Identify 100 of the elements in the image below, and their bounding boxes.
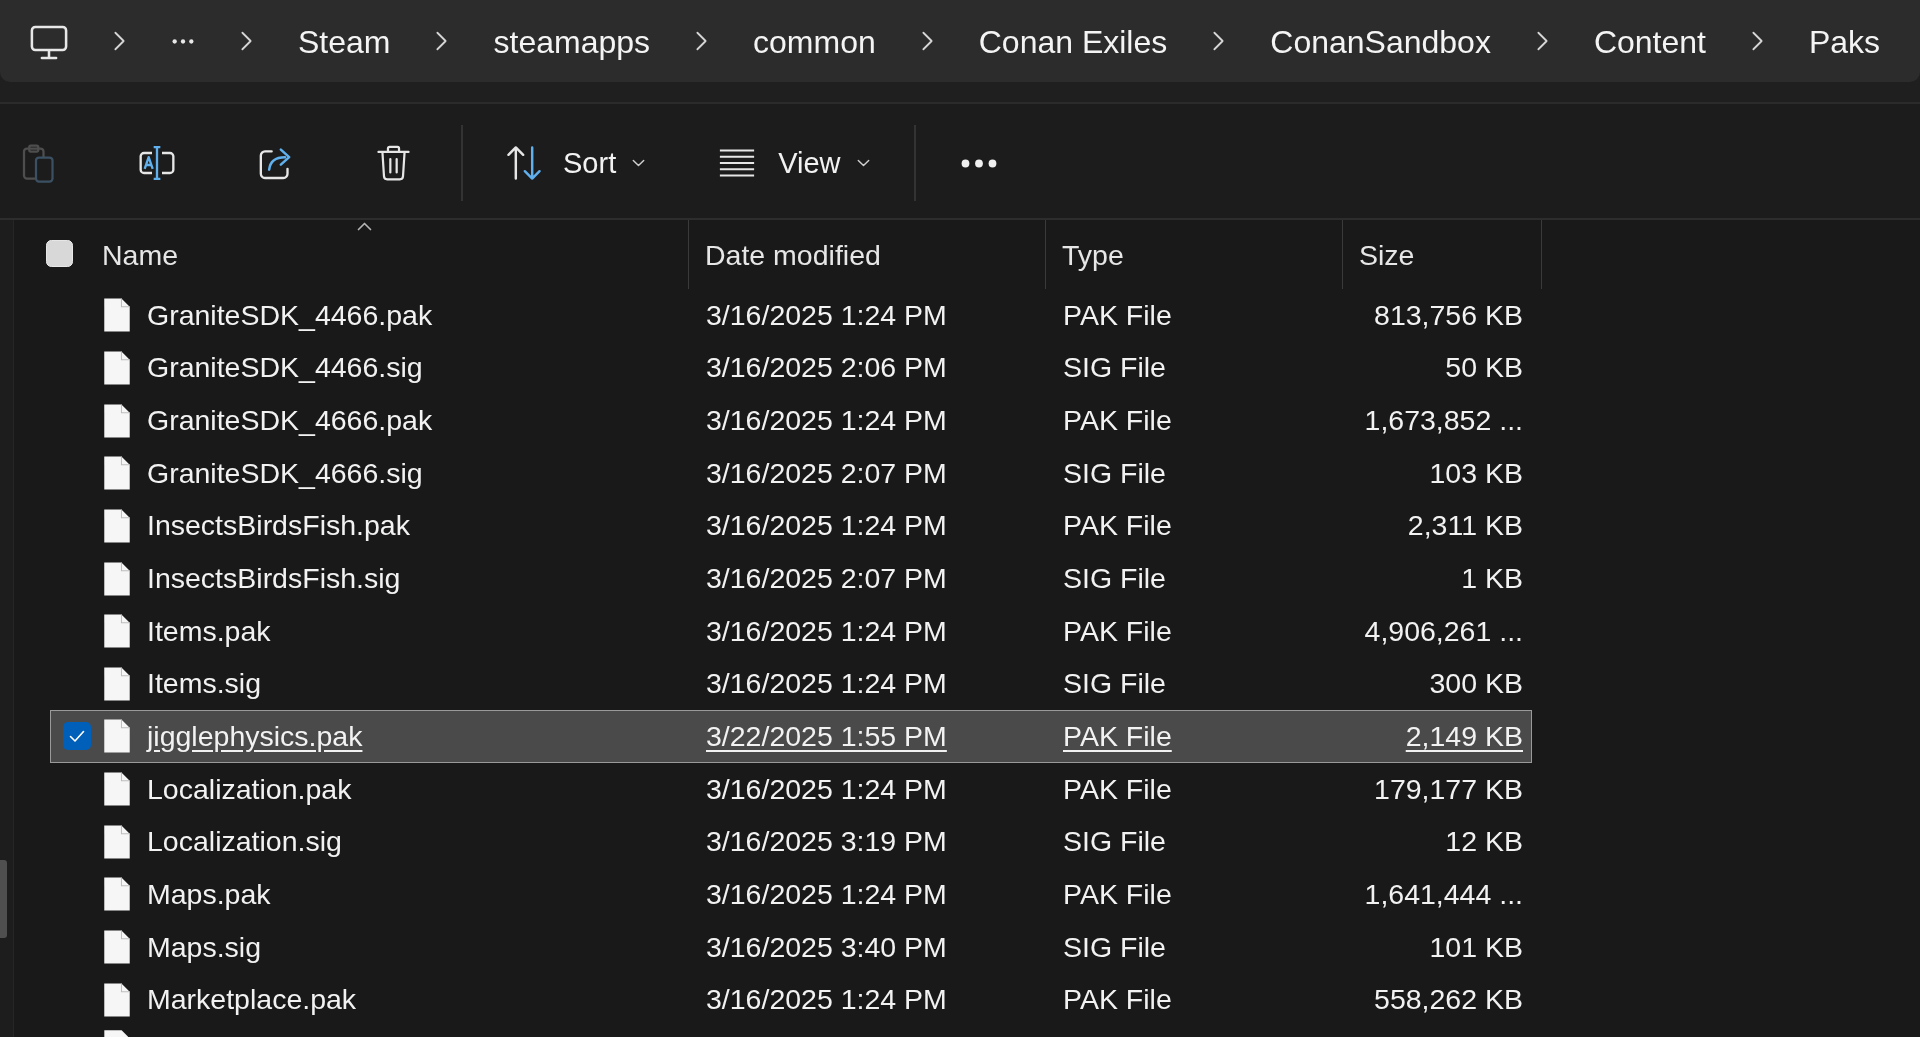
file-name[interactable]: jigglephysics.pak <box>147 719 363 753</box>
file-row[interactable]: InsectsBirdsFish.sig 3/16/2025 2:07 PM SIG File 1 KB <box>50 552 1532 605</box>
file-row[interactable]: Items.pak 3/16/2025 1:24 PM PAK File 4,906,261 ... <box>50 604 1532 658</box>
date-cell-text: 3/16/2025 1:24 PM <box>705 983 948 1017</box>
size-cell-text: 2,311 KB <box>1406 509 1524 543</box>
file-name[interactable]: Localization.pak <box>147 772 352 806</box>
more-icon <box>960 158 997 168</box>
date-cell-text: 3/16/2025 2:06 PM <box>705 351 948 385</box>
date-cell-text: 3/16/2025 2:07 PM <box>705 562 948 595</box>
sort-button[interactable]: Sort <box>491 131 659 195</box>
file-icon <box>103 613 131 650</box>
row-checkbox[interactable] <box>63 722 91 751</box>
column-header[interactable]: Type <box>1046 220 1343 289</box>
file-row[interactable]: GraniteSDK_4466.sig 3/16/2025 2:06 PM SIG File 50 KB <box>50 341 1532 395</box>
chevron-right-icon <box>696 31 707 51</box>
clipboard-icon <box>21 143 57 183</box>
size-cell-text: 558,262 KB <box>1373 983 1524 1017</box>
breadcrumb-item[interactable]: steamapps <box>493 25 650 61</box>
column-header[interactable]: Name <box>102 220 689 289</box>
file-name[interactable]: Maps.pak <box>147 877 271 911</box>
file-row[interactable]: Maps.pak 3/16/2025 1:24 PM PAK File 1,641,444 ... <box>50 868 1532 921</box>
scrollbar-thumb[interactable] <box>0 860 7 938</box>
file-name[interactable]: InsectsBirdsFish.pak <box>147 509 410 543</box>
file-icon <box>103 876 131 913</box>
file-name[interactable]: Maps.sig <box>147 930 262 964</box>
view-button[interactable]: View <box>704 131 883 195</box>
file-row[interactable]: Maps.sig 3/16/2025 3:40 PM SIG File 101 KB <box>50 920 1532 974</box>
file-name[interactable]: Items.pak <box>147 614 271 648</box>
breadcrumb-item[interactable]: ConanSandbox <box>1270 25 1491 61</box>
date-cell-text: 3/16/2025 1:24 PM <box>705 667 948 701</box>
size-cell-text: 2,149 KB <box>1404 719 1524 753</box>
file-row[interactable]: jigglephysics.pak 3/22/2025 1:55 PM PAK File 2,149 KB <box>50 710 1532 763</box>
size-cell-text: 179,177 KB <box>1373 772 1524 806</box>
file-row[interactable]: GraniteSDK_4466.pak 3/16/2025 1:24 PM PAK File 813,756 KB <box>50 289 1532 342</box>
file-icon <box>103 1028 131 1037</box>
trash-icon <box>375 144 411 182</box>
file-name[interactable]: GraniteSDK_4466.sig <box>147 351 423 385</box>
file-row[interactable]: InsectsBirdsFish.pak 3/16/2025 1:24 PM PAK File 2,311 KB <box>50 499 1532 553</box>
file-row[interactable]: Items.sig 3/16/2025 1:24 PM SIG File 300 KB <box>50 657 1532 711</box>
ellipsis-icon[interactable] <box>171 38 195 44</box>
sort-arrows-icon <box>504 145 544 181</box>
caret-down-icon <box>856 159 870 167</box>
file-name[interactable]: Localization.sig <box>147 825 342 859</box>
breadcrumb-item[interactable]: Content <box>1593 25 1706 61</box>
file-name[interactable]: InsectsBirdsFish.sig <box>147 562 401 595</box>
file-icon <box>103 402 131 439</box>
size-cell-text: 1 KB <box>1460 562 1524 595</box>
chevron-right-icon <box>921 31 933 51</box>
computer-icon[interactable] <box>30 24 68 60</box>
type-cell-text: SIG File <box>1062 667 1167 701</box>
file-row[interactable]: GraniteSDK_4666.pak 3/16/2025 1:24 PM PAK File 1,673,852 ... <box>50 394 1532 447</box>
date-cell-text: 3/16/2025 3:19 PM <box>705 825 948 859</box>
breadcrumb-item[interactable]: Paks <box>1808 25 1881 61</box>
size-cell-text: 12 KB <box>1444 825 1524 859</box>
date-cell-text: 3/16/2025 1:24 PM <box>705 614 948 648</box>
type-cell-text: SIG File <box>1062 930 1167 964</box>
date-cell-text: 3/16/2025 1:24 PM <box>705 877 948 911</box>
size-cell-text: 1,641,444 ... <box>1363 877 1524 911</box>
column-header[interactable]: Date modified <box>689 220 1046 289</box>
select-all-checkbox[interactable] <box>46 240 73 267</box>
type-cell-text: PAK File <box>1062 509 1173 543</box>
file-row[interactable]: Localization.pak 3/16/2025 1:24 PM PAK File 179,177 KB <box>50 762 1532 816</box>
chevron-right-icon <box>1536 31 1548 51</box>
size-cell-text: 50 KB <box>1444 351 1524 385</box>
chevron-right-icon <box>1213 31 1225 51</box>
file-name[interactable]: GraniteSDK_4466.pak <box>147 298 433 332</box>
breadcrumb-item[interactable]: Steam <box>298 25 391 61</box>
type-cell-text: PAK File <box>1062 404 1173 438</box>
chevron-right-icon <box>436 31 448 51</box>
type-cell-text: PAK File <box>1062 877 1173 911</box>
file-row[interactable]: Localization.sig 3/16/2025 3:19 PM SIG File 12 KB <box>50 815 1532 869</box>
file-name[interactable]: Marketplace.pak <box>147 983 357 1017</box>
date-cell-text: 3/16/2025 1:24 PM <box>705 404 948 438</box>
size-cell-text: 813,756 KB <box>1373 298 1524 332</box>
chevron-right-icon <box>1751 31 1763 51</box>
text-box-icon <box>137 143 177 183</box>
chevron-right-icon <box>241 31 252 51</box>
date-cell-text: 3/16/2025 1:24 PM <box>705 298 948 332</box>
breadcrumb-item[interactable]: Conan Exiles <box>978 25 1168 61</box>
type-cell-text: PAK File <box>1062 719 1173 753</box>
type-cell-text: SIG File <box>1062 351 1167 385</box>
file-icon <box>103 981 131 1018</box>
file-icon <box>103 929 131 965</box>
type-cell-text: SIG File <box>1062 825 1167 859</box>
file-icon <box>103 455 131 492</box>
caret-down-icon <box>632 159 646 167</box>
file-icon <box>103 297 131 334</box>
column-header[interactable]: Size <box>1343 220 1542 289</box>
file-name[interactable]: GraniteSDK_4666.sig <box>147 456 423 490</box>
file-icon <box>103 718 131 755</box>
file-name[interactable]: GraniteSDK_4666.pak <box>147 404 433 438</box>
date-cell-text: 3/16/2025 1:24 PM <box>705 509 948 543</box>
file-row[interactable]: GraniteSDK_4666.sig 3/16/2025 2:07 PM SIG File 103 KB <box>50 446 1532 500</box>
file-name[interactable]: Items.sig <box>147 667 262 701</box>
file-icon <box>103 665 131 702</box>
breadcrumb-item[interactable]: common <box>753 25 876 61</box>
file-icon <box>103 771 131 808</box>
file-icon <box>103 507 131 544</box>
file-icon <box>103 823 131 860</box>
file-row[interactable]: Marketplace.pak 3/16/2025 1:24 PM PAK File 558,262 KB <box>50 973 1532 1026</box>
